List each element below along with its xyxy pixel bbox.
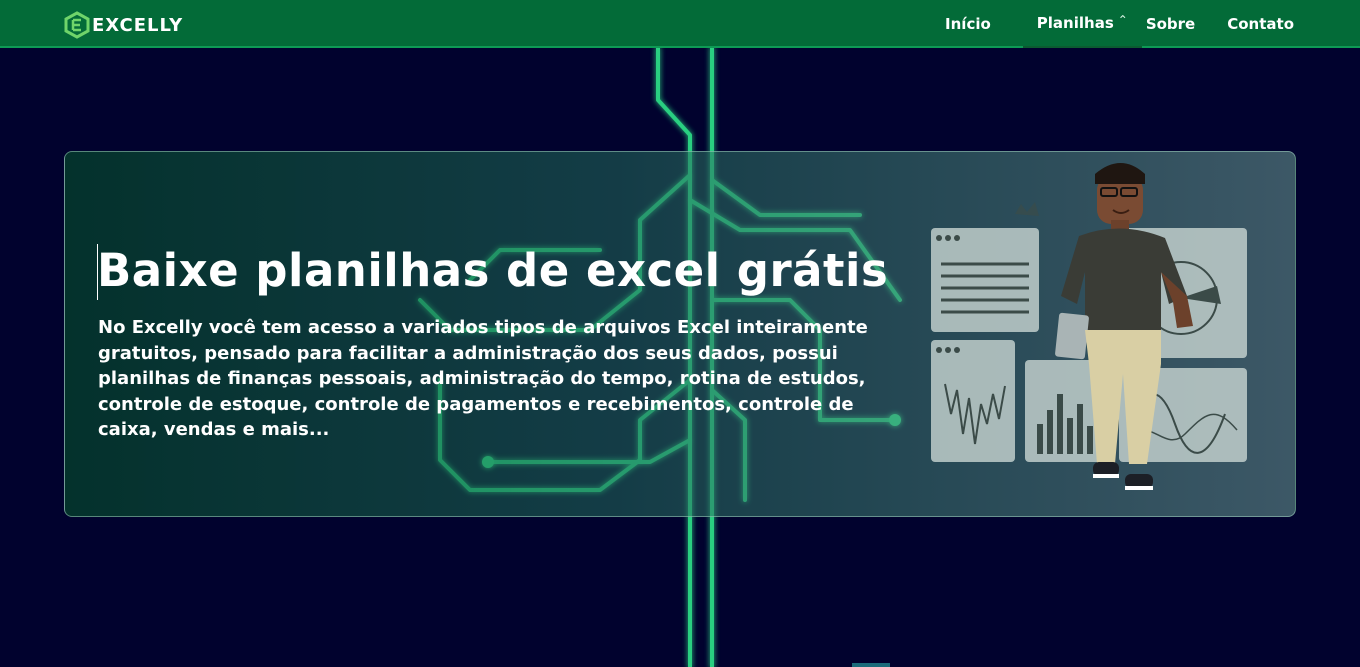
hero-illustration <box>931 163 1247 490</box>
nav-link-inicio[interactable]: Início <box>945 15 991 33</box>
hero-title: Baixe planilhas de excel grátis <box>97 244 889 297</box>
scroll-indicator <box>852 663 890 667</box>
nav-item-inicio[interactable]: Início <box>945 0 991 48</box>
hexagon-e-logo-icon <box>64 11 90 39</box>
hero-description: No Excelly você tem acesso a variados ti… <box>98 317 868 440</box>
brand-logo[interactable]: EXCELLY <box>64 11 183 39</box>
nav-item-sobre[interactable]: Sobre <box>1146 0 1195 48</box>
brand-name: EXCELLY <box>92 14 184 36</box>
nav-item-planilhas[interactable]: Planilhas ⌃ <box>1022 0 1142 48</box>
nav-menu: Início Planilhas ⌃ Sobre Contato <box>945 0 1294 48</box>
nav-link-sobre[interactable]: Sobre <box>1146 15 1195 33</box>
nav-item-contato[interactable]: Contato <box>1227 0 1294 48</box>
nav-link-planilhas[interactable]: Planilhas <box>1037 14 1114 32</box>
page: EXCELLY Início Planilhas ⌃ Sobre Contato… <box>0 0 1360 667</box>
hero-banner: Baixe planilhas de excel grátis No Excel… <box>64 151 1296 517</box>
navbar: EXCELLY Início Planilhas ⌃ Sobre Contato <box>0 0 1360 48</box>
nav-link-contato[interactable]: Contato <box>1227 15 1294 33</box>
chevron-up-icon[interactable]: ⌃ <box>1118 13 1128 27</box>
